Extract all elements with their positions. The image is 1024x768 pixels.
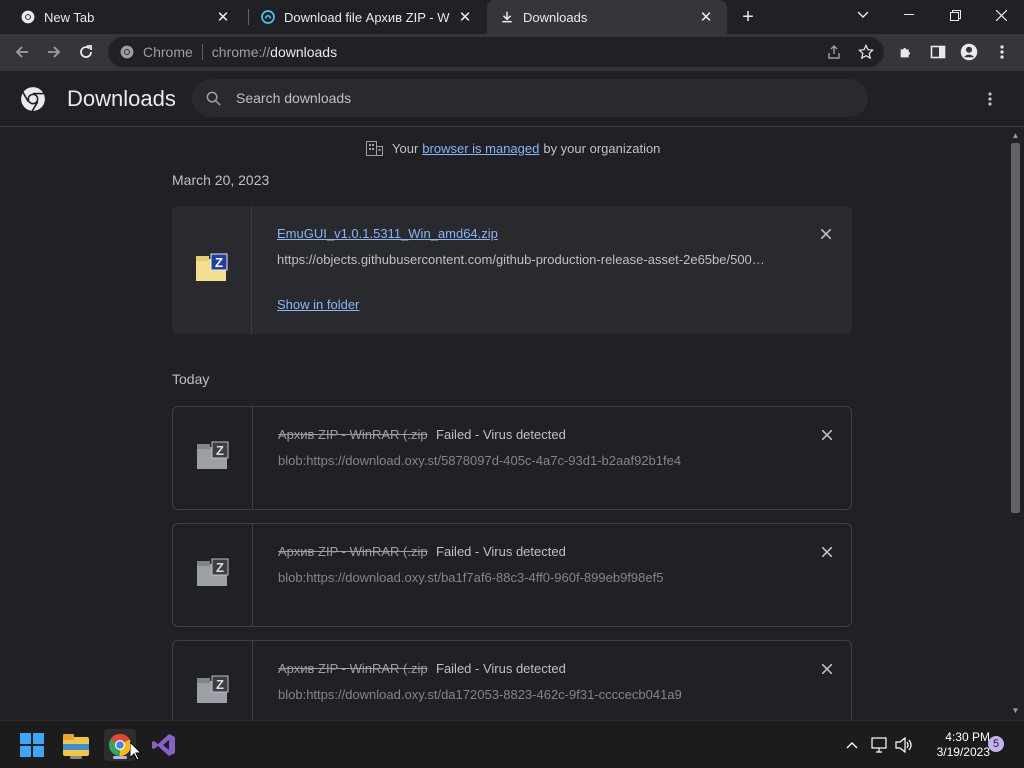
visual-studio-icon[interactable] [148, 729, 180, 761]
date-header: Today [172, 371, 210, 387]
reload-icon[interactable] [72, 38, 100, 66]
downloads-list: Your browser is managed by your organiza… [0, 128, 1007, 720]
building-icon [366, 140, 384, 156]
address-host: Chrome [143, 44, 193, 60]
zip-file-icon-grey: Z [196, 675, 230, 710]
download-status: Failed - Virus detected [436, 427, 566, 442]
tab-downloads[interactable]: Downloads ✕ [487, 0, 727, 34]
volume-icon[interactable] [894, 735, 914, 755]
date-header: March 20, 2023 [172, 172, 270, 188]
file-url[interactable]: https://objects.githubusercontent.com/gi… [277, 252, 772, 267]
file-name-link[interactable]: Архив ZIP - WinRAR (.zip [278, 544, 428, 559]
chrome-icon [20, 9, 36, 25]
windows-taskbar: 4:30 PM 3/19/2023 [0, 720, 1024, 768]
download-item: Z Архив ZIP - WinRAR (.zip Failed - Viru… [172, 640, 852, 720]
address-path: downloads [270, 44, 338, 60]
back-icon[interactable] [8, 38, 36, 66]
download-item: Z EmuGUI_v1.0.1.5311_Win_amd64.zip https… [172, 206, 852, 334]
file-name-link[interactable]: Архив ZIP - WinRAR (.zip [278, 427, 428, 442]
restore-icon[interactable] [932, 0, 978, 30]
share-icon[interactable] [820, 38, 848, 66]
file-icon-cell: Z [173, 407, 253, 509]
mouse-cursor-icon [129, 740, 143, 766]
file-icon-cell: Z [172, 206, 252, 334]
search-input[interactable] [236, 90, 836, 106]
svg-text:Z: Z [216, 677, 224, 692]
running-indicator [70, 756, 82, 759]
network-icon[interactable] [870, 735, 890, 755]
tab-search-chevron-icon[interactable] [840, 0, 886, 30]
remove-item-icon[interactable] [817, 425, 837, 445]
minimize-icon[interactable] [886, 0, 932, 30]
tab-title: New Tab [44, 9, 95, 25]
file-icon-cell: Z [173, 641, 253, 720]
file-explorer-icon[interactable] [60, 729, 92, 761]
file-name-link[interactable]: Архив ZIP - WinRAR (.zip [278, 661, 428, 676]
tab-new-tab[interactable]: New Tab ✕ [8, 0, 244, 34]
close-tab-icon[interactable]: ✕ [456, 8, 474, 26]
remove-item-icon[interactable] [817, 542, 837, 562]
active-indicator [113, 756, 127, 759]
tab-title: Downloads [523, 9, 588, 25]
close-tab-icon[interactable]: ✕ [697, 8, 715, 26]
managed-suffix: by your organization [543, 140, 661, 156]
file-url[interactable]: blob:https://download.oxy.st/da172053-88… [278, 687, 773, 702]
side-panel-icon[interactable] [924, 38, 952, 66]
svg-text:Z: Z [216, 560, 224, 575]
more-actions-icon[interactable] [978, 87, 1002, 111]
remove-item-icon[interactable] [817, 659, 837, 679]
download-item: Z Архив ZIP - WinRAR (.zip Failed - Viru… [172, 523, 852, 627]
download-status: Failed - Virus detected [436, 544, 566, 559]
remove-item-icon[interactable] [816, 224, 836, 244]
zip-file-icon-grey: Z [196, 558, 230, 593]
page-title: Downloads [67, 86, 176, 111]
address-bar[interactable]: Chrome chrome:// downloads [108, 37, 884, 67]
profile-avatar-icon[interactable] [955, 38, 983, 66]
clock-date: 3/19/2023 [936, 745, 990, 759]
show-hidden-icons-chevron-icon[interactable] [842, 735, 862, 755]
show-in-folder-link[interactable]: Show in folder [277, 297, 359, 312]
chrome-icon [119, 44, 135, 60]
downloads-header: Downloads [0, 71, 1024, 127]
tab-strip: New Tab ✕ Download file Архив ZIP - WinR… [0, 0, 1024, 34]
bookmark-star-icon[interactable] [852, 38, 880, 66]
svg-text:Z: Z [215, 255, 223, 270]
notification-badge[interactable]: 5 [988, 736, 1004, 752]
file-name-link[interactable]: EmuGUI_v1.0.1.5311_Win_amd64.zip [277, 226, 498, 241]
download-item: Z Архив ZIP - WinRAR (.zip Failed - Viru… [172, 406, 852, 510]
chrome-logo-icon [20, 86, 46, 112]
zip-file-icon: Z [195, 253, 229, 288]
download-site-icon [260, 9, 276, 25]
scrollbar-thumb[interactable] [1011, 143, 1020, 513]
browser-toolbar: Chrome chrome:// downloads [0, 34, 1024, 71]
windows-start-icon[interactable] [16, 729, 48, 761]
address-scheme: chrome:// [211, 44, 271, 60]
tab-title: Download file Архив ZIP - WinRAR [284, 9, 450, 25]
address-divider [201, 44, 203, 60]
page-scrollbar[interactable]: ▲ ▼ [1007, 127, 1024, 720]
clock-time: 4:30 PM [945, 730, 990, 744]
system-clock[interactable]: 4:30 PM 3/19/2023 [918, 730, 990, 760]
scroll-down-arrow-icon[interactable]: ▼ [1010, 705, 1021, 716]
scroll-up-arrow-icon[interactable]: ▲ [1010, 130, 1021, 141]
search-downloads-box[interactable] [192, 79, 868, 117]
zip-file-icon-grey: Z [196, 441, 230, 476]
close-tab-icon[interactable]: ✕ [214, 8, 232, 26]
new-tab-button[interactable]: + [736, 5, 760, 29]
file-url[interactable]: blob:https://download.oxy.st/ba1f7af6-88… [278, 570, 773, 585]
chrome-menu-icon[interactable] [988, 38, 1016, 66]
file-icon-cell: Z [173, 524, 253, 626]
browser-managed-link[interactable]: browser is managed [422, 141, 539, 156]
download-status: Failed - Virus detected [436, 661, 566, 676]
download-icon [499, 9, 515, 25]
forward-icon[interactable] [40, 38, 68, 66]
file-url[interactable]: blob:https://download.oxy.st/5878097d-40… [278, 453, 773, 468]
tab-download-file[interactable]: Download file Архив ZIP - WinRAR ✕ [248, 0, 486, 34]
close-window-icon[interactable] [978, 0, 1024, 30]
managed-notice: Your browser is managed by your organiza… [366, 140, 660, 156]
svg-text:Z: Z [216, 443, 224, 458]
managed-prefix: Your [392, 140, 419, 156]
extensions-icon[interactable] [892, 38, 920, 66]
search-icon [204, 89, 222, 107]
